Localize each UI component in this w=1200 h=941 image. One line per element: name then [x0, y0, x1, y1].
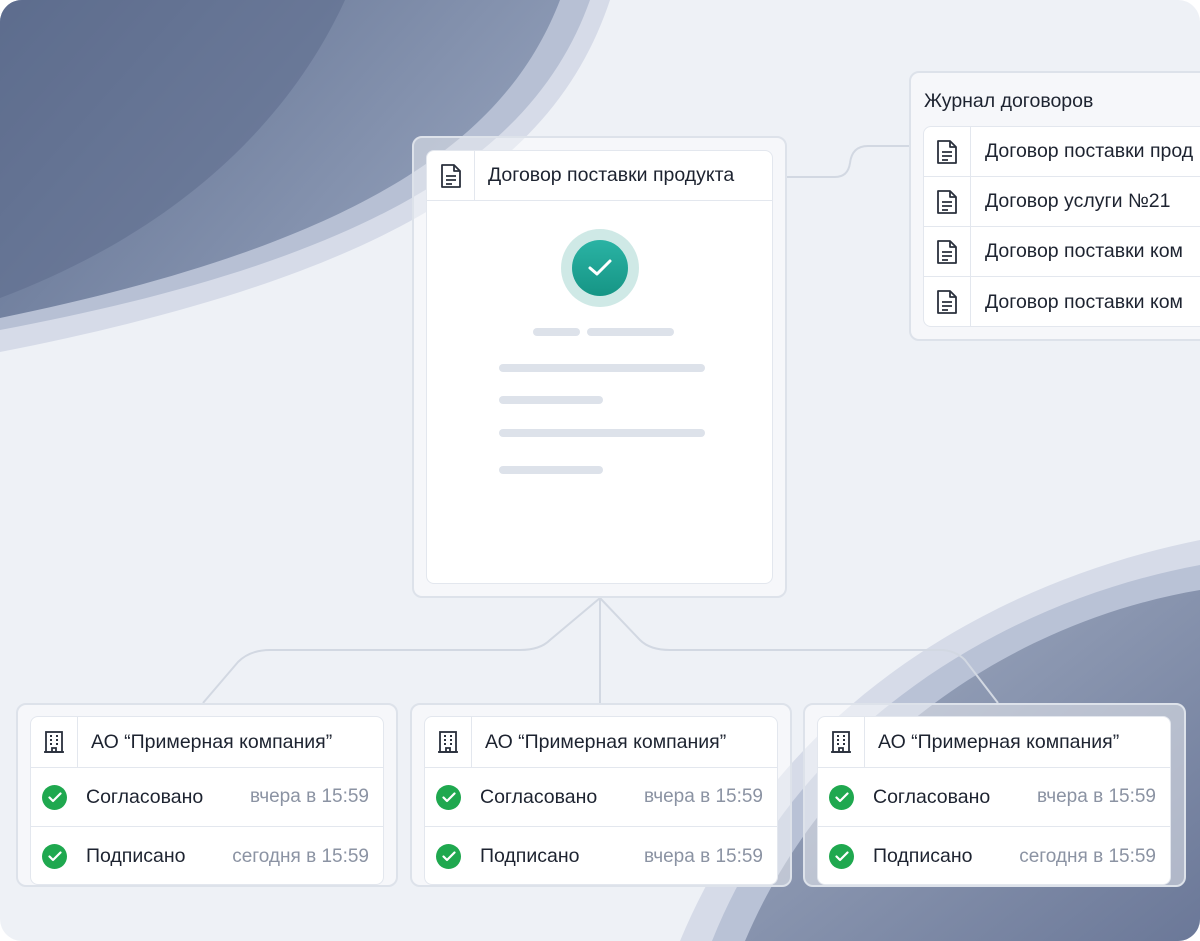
placeholder-line [499, 429, 705, 437]
illustration-stage: Договор поставки продукта Журнал договор… [0, 0, 1200, 941]
journal-item-label: Договор поставки ком [985, 240, 1183, 262]
step-time: сегодня в 15:59 [232, 845, 369, 867]
document-icon [924, 177, 971, 226]
company-name: АО “Примерная компания” [878, 730, 1120, 753]
check-circle-icon [436, 784, 461, 810]
building-icon [818, 717, 865, 767]
step-label: Подписано [480, 845, 580, 867]
company-header: АО “Примерная компания” [425, 717, 777, 768]
step-label: Согласовано [873, 785, 991, 808]
journal-item-label: Договор поставки ком [985, 290, 1183, 313]
journal-title: Журнал договоров [924, 90, 1094, 112]
journal-item-label: Договор поставки прод [985, 140, 1194, 162]
signature-row: Подписано вчера в 15:59 [425, 827, 777, 884]
company-card[interactable]: АО “Примерная компания” Согласовано вчер… [817, 716, 1171, 885]
step-time: вчера в 15:59 [643, 786, 763, 807]
check-circle-icon [829, 784, 854, 810]
check-circle-icon [42, 844, 67, 869]
company-header: АО “Примерная компания” [818, 717, 1170, 768]
signature-row: Подписано сегодня в 15:59 [818, 827, 1170, 884]
building-icon [425, 717, 472, 767]
check-circle-icon [42, 784, 67, 810]
document-icon [924, 227, 971, 276]
signature-row: Подписано сегодня в 15:59 [31, 827, 383, 884]
step-time: сегодня в 15:59 [1019, 845, 1156, 867]
document-icon [427, 151, 475, 200]
check-icon [588, 259, 612, 276]
journal-item-label: Договор услуги №21 [985, 190, 1171, 212]
journal-item[interactable]: Договор поставки ком [924, 227, 1200, 277]
journal-item[interactable]: Договор поставки прод [924, 127, 1200, 177]
building-icon [31, 717, 78, 767]
approval-row: Согласовано вчера в 15:59 [425, 768, 777, 827]
step-label: Согласовано [86, 785, 204, 808]
step-label: Подписано [86, 845, 186, 867]
document-icon [924, 127, 971, 176]
approval-row: Согласовано вчера в 15:59 [818, 768, 1170, 827]
company-header: АО “Примерная компания” [31, 717, 383, 768]
step-time: вчера в 15:59 [1036, 786, 1156, 807]
step-label: Согласовано [480, 785, 598, 808]
step-time: вчера в 15:59 [643, 845, 763, 867]
step-time: вчера в 15:59 [249, 786, 369, 807]
company-name: АО “Примерная компания” [91, 730, 333, 753]
document-title: Договор поставки продукта [488, 164, 735, 186]
company-card[interactable]: АО “Примерная компания” Согласовано вчер… [30, 716, 384, 885]
document-icon [924, 277, 971, 326]
placeholder-line [499, 364, 705, 372]
journal-item[interactable]: Договор поставки ком [924, 277, 1200, 326]
placeholder-line [533, 328, 580, 336]
company-card[interactable]: АО “Примерная компания” Согласовано вчер… [424, 716, 778, 885]
check-circle-icon [436, 844, 461, 869]
journal-item[interactable]: Договор услуги №21 [924, 177, 1200, 227]
document-card[interactable]: Договор поставки продукта [426, 150, 773, 584]
placeholder-line [587, 328, 674, 336]
check-circle-icon [829, 844, 854, 869]
journal-list: Договор поставки прод Договор услуги №21… [923, 126, 1200, 327]
placeholder-line [499, 396, 603, 404]
company-name: АО “Примерная компания” [485, 730, 727, 753]
document-status-badge [561, 229, 639, 307]
document-header: Договор поставки продукта [427, 151, 772, 201]
step-label: Подписано [873, 845, 973, 867]
approval-row: Согласовано вчера в 15:59 [31, 768, 383, 827]
placeholder-line [499, 466, 603, 474]
